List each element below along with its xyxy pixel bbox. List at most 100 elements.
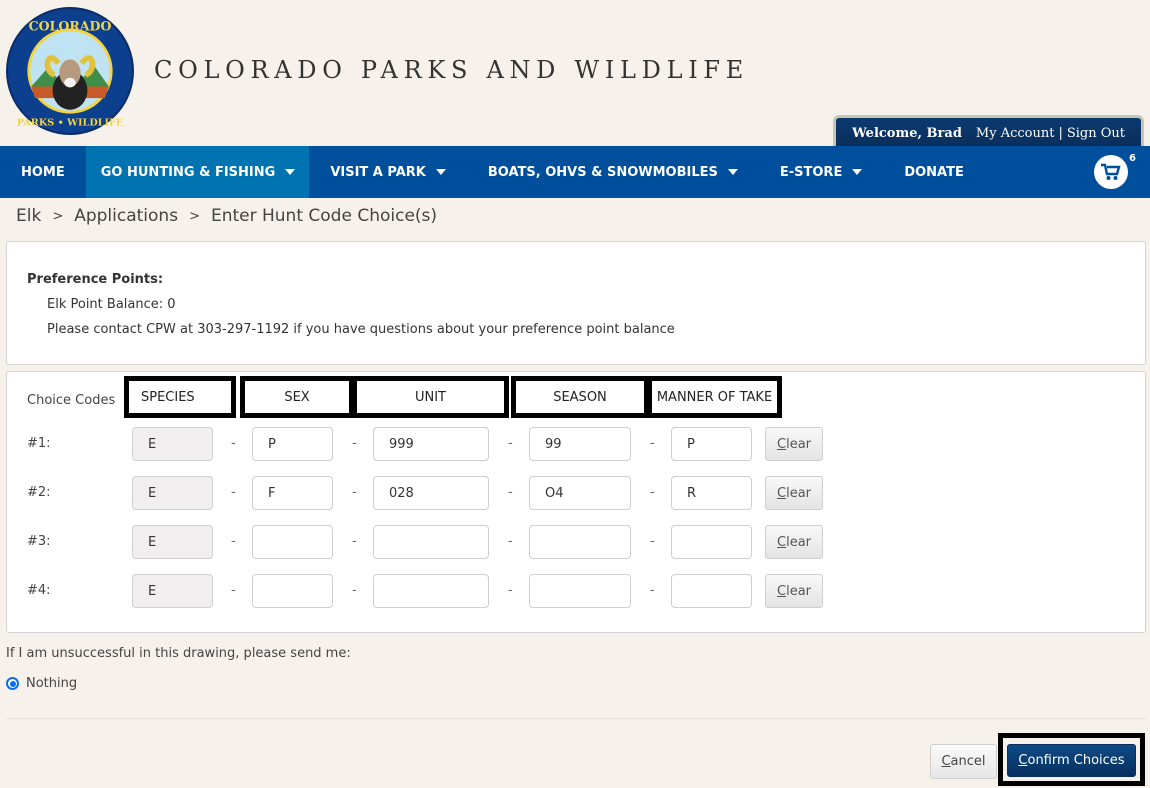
nav-boats-ohvs-snowmobiles[interactable]: BOATS, OHVS & SNOWMOBILES: [467, 146, 759, 198]
breadcrumb: Elk > Applications > Enter Hunt Code Cho…: [16, 206, 437, 226]
nav-e-store[interactable]: E-STORE: [759, 146, 883, 198]
cart-count-badge: 6: [1129, 153, 1136, 164]
breadcrumb-separator: >: [52, 208, 64, 224]
breadcrumb-current: Enter Hunt Code Choice(s): [210, 206, 438, 226]
separator-dash: -: [352, 485, 357, 500]
choice-row-label: #1:: [27, 436, 51, 451]
season-field[interactable]: [529, 525, 631, 559]
svg-text:COLORADO: COLORADO: [29, 18, 112, 33]
breadcrumb-applications[interactable]: Applications: [74, 206, 178, 226]
separator-dash: -: [508, 583, 513, 598]
nav-home[interactable]: HOME: [0, 146, 86, 198]
unit-field[interactable]: [373, 476, 489, 510]
caret-down-icon: [285, 169, 296, 175]
separator-dash: -: [650, 534, 655, 549]
separator-dash: -: [231, 534, 236, 549]
unit-field[interactable]: [373, 525, 489, 559]
species-field: [132, 476, 213, 510]
separator-dash: -: [231, 436, 236, 451]
nav-donate[interactable]: DONATE: [883, 146, 985, 198]
manner-of-take-field[interactable]: [671, 574, 752, 608]
nav-go-hunting-fishing[interactable]: GO HUNTING & FISHING: [85, 146, 310, 198]
species-field: [132, 525, 213, 559]
choice-row-label: #4:: [27, 583, 51, 598]
choice-codes-label: Choice Codes: [27, 393, 116, 408]
manner-of-take-field[interactable]: [671, 427, 752, 461]
nav-park-label: VISIT A PARK: [330, 164, 426, 180]
caret-down-icon: [852, 169, 863, 175]
separator-dash: -: [508, 485, 513, 500]
separator-dash: -: [650, 436, 655, 451]
site-header: COLORADO PARKS • WILDLIFE COLORADO PARKS…: [0, 0, 1150, 148]
svg-text:PARKS • WILDLIFE: PARKS • WILDLIFE: [17, 117, 124, 128]
nav-donate-label: DONATE: [904, 164, 964, 180]
sign-out-link[interactable]: Sign Out: [1067, 126, 1125, 141]
nav-visit-a-park[interactable]: VISIT A PARK: [309, 146, 467, 198]
separator-dash: -: [352, 534, 357, 549]
sex-field[interactable]: [252, 476, 333, 510]
column-header-species: SPECIES: [124, 376, 236, 418]
breadcrumb-separator: >: [189, 208, 200, 224]
clear-button[interactable]: Clear: [765, 574, 823, 608]
welcome-message: Welcome, Brad: [852, 125, 962, 141]
clear-button[interactable]: Clear: [765, 476, 823, 510]
cart-icon: [1101, 163, 1121, 180]
elk-point-balance: Elk Point Balance: 0: [47, 297, 176, 312]
sex-field[interactable]: [252, 427, 333, 461]
nav-home-label: HOME: [21, 164, 65, 180]
option-nothing-label: Nothing: [26, 676, 78, 691]
radio-selected-icon[interactable]: [6, 677, 19, 690]
preference-points-panel: Preference Points: Elk Point Balance: 0 …: [6, 241, 1146, 365]
clear-button[interactable]: Clear: [765, 427, 823, 461]
unit-field[interactable]: [373, 427, 489, 461]
option-nothing[interactable]: Nothing: [6, 676, 77, 691]
column-header-sex: SEX: [240, 376, 354, 418]
season-field[interactable]: [529, 476, 631, 510]
nav-boats-label: BOATS, OHVS & SNOWMOBILES: [487, 164, 718, 180]
clear-button[interactable]: Clear: [765, 525, 823, 559]
manner-of-take-field[interactable]: [671, 525, 752, 559]
contact-info: Please contact CPW at 303-297-1192 if yo…: [47, 322, 675, 337]
season-field[interactable]: [529, 427, 631, 461]
manner-of-take-field[interactable]: [671, 476, 752, 510]
divider: [6, 718, 1146, 719]
caret-down-icon: [727, 169, 738, 175]
confirm-choices-button[interactable]: Confirm Choices: [1007, 744, 1136, 777]
my-account-link[interactable]: My Account: [976, 126, 1055, 141]
separator-dash: -: [650, 583, 655, 598]
separator-dash: -: [508, 436, 513, 451]
sex-field[interactable]: [252, 574, 333, 608]
main-nav: HOME GO HUNTING & FISHING VISIT A PARK B…: [0, 146, 1150, 198]
nav-hunting-label: GO HUNTING & FISHING: [100, 164, 276, 180]
species-field: [132, 574, 213, 608]
nav-estore-label: E-STORE: [779, 164, 843, 180]
unit-field[interactable]: [373, 574, 489, 608]
column-header-unit: UNIT: [352, 376, 509, 418]
cart-button[interactable]: 6: [1094, 153, 1136, 189]
column-header-season: SEASON: [511, 376, 649, 418]
separator-dash: -: [508, 534, 513, 549]
unsuccessful-prompt: If I am unsuccessful in this drawing, pl…: [6, 646, 351, 661]
cancel-button[interactable]: Cancel: [930, 744, 997, 779]
choice-row-label: #2:: [27, 485, 51, 500]
choice-row-label: #3:: [27, 534, 51, 549]
preference-points-title: Preference Points:: [27, 272, 164, 287]
choice-codes-panel: Choice Codes SPECIES SEX UNIT SEASON MAN…: [6, 371, 1146, 633]
caret-down-icon: [435, 169, 446, 175]
separator-dash: -: [650, 485, 655, 500]
separator-dash: -: [352, 436, 357, 451]
bighorn-sheep-emblem-icon: COLORADO PARKS • WILDLIFE: [9, 10, 131, 132]
breadcrumb-elk[interactable]: Elk: [16, 206, 41, 226]
column-header-manner-of-take: MANNER OF TAKE: [647, 376, 782, 418]
confirm-highlight-frame: Confirm Choices: [998, 733, 1145, 786]
cpw-logo[interactable]: COLORADO PARKS • WILDLIFE: [6, 7, 134, 135]
site-title: COLORADO PARKS AND WILDLIFE: [154, 56, 749, 84]
species-field: [132, 427, 213, 461]
separator-dash: -: [231, 485, 236, 500]
separator-dash: -: [231, 583, 236, 598]
season-field[interactable]: [529, 574, 631, 608]
account-separator: |: [1058, 125, 1063, 141]
sex-field[interactable]: [252, 525, 333, 559]
separator-dash: -: [352, 583, 357, 598]
account-tab: Welcome, Brad My Account | Sign Out: [833, 115, 1144, 148]
